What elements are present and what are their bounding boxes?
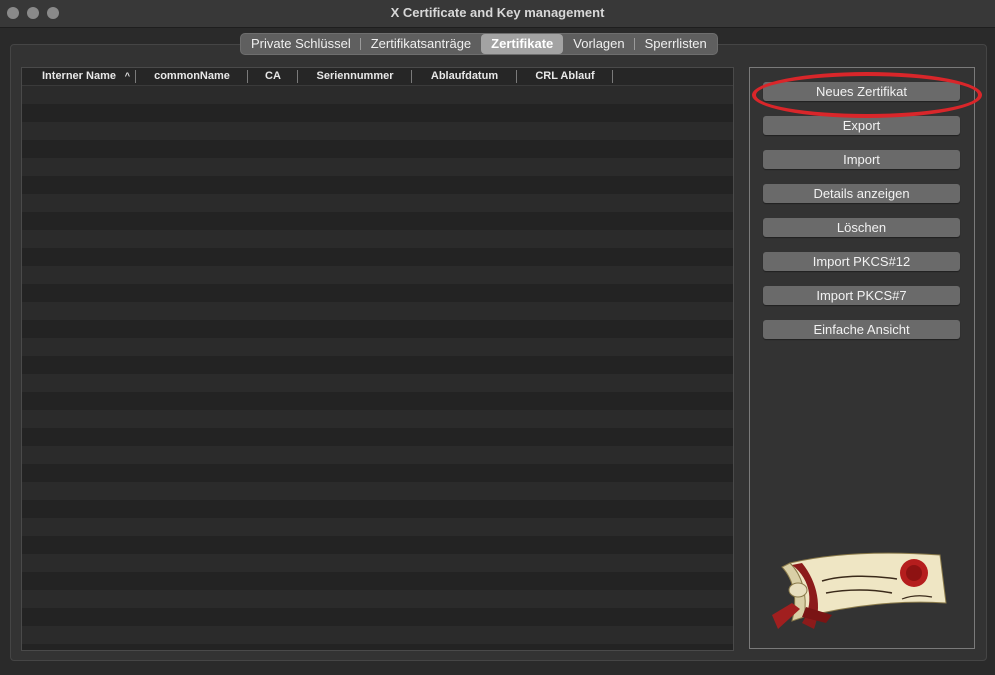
table-row <box>22 302 733 320</box>
import-pkcs7-button[interactable]: Import PKCS#7 <box>763 286 960 305</box>
table-row <box>22 284 733 302</box>
certificate-table[interactable]: Interner Name ^ commonName CA Seriennumm… <box>21 67 734 651</box>
delete-button[interactable]: Löschen <box>763 218 960 237</box>
table-row <box>22 194 733 212</box>
show-details-button[interactable]: Details anzeigen <box>763 184 960 203</box>
column-header-internal-name[interactable]: Interner Name ^ <box>22 68 136 85</box>
table-row <box>22 320 733 338</box>
table-row <box>22 230 733 248</box>
table-row <box>22 626 733 644</box>
table-row <box>22 518 733 536</box>
table-row <box>22 104 733 122</box>
column-header-common-name[interactable]: commonName <box>136 68 248 85</box>
table-row <box>22 608 733 626</box>
column-header-crl-expiry[interactable]: CRL Ablauf <box>517 68 613 85</box>
table-row <box>22 500 733 518</box>
table-row <box>22 554 733 572</box>
sort-ascending-icon: ^ <box>124 71 130 81</box>
table-row <box>22 392 733 410</box>
table-row <box>22 176 733 194</box>
table-row <box>22 482 733 500</box>
table-row <box>22 410 733 428</box>
table-row <box>22 248 733 266</box>
table-row <box>22 374 733 392</box>
table-row <box>22 536 733 554</box>
window-title: X Certificate and Key management <box>390 5 605 20</box>
tab-templates[interactable]: Vorlagen <box>563 34 635 54</box>
table-row <box>22 356 733 374</box>
import-pkcs12-button[interactable]: Import PKCS#12 <box>763 252 960 271</box>
column-header-ca[interactable]: CA <box>248 68 298 85</box>
table-header: Interner Name ^ commonName CA Seriennumm… <box>22 68 733 86</box>
title-bar: X Certificate and Key management <box>0 0 995 28</box>
table-row <box>22 428 733 446</box>
red-annotation-circle <box>752 72 982 118</box>
tab-private-keys[interactable]: Private Schlüssel <box>241 34 361 54</box>
table-row <box>22 212 733 230</box>
table-row <box>22 86 733 104</box>
export-button[interactable]: Export <box>763 116 960 135</box>
tab-certificates[interactable]: Zertifikate <box>481 34 564 54</box>
table-row <box>22 140 733 158</box>
table-row <box>22 338 733 356</box>
tab-bar: Private Schlüssel Zertifikatsanträge Zer… <box>240 33 718 55</box>
table-row <box>22 590 733 608</box>
import-button[interactable]: Import <box>763 150 960 169</box>
scroll-seal-logo-icon <box>772 552 947 629</box>
tab-revocation-lists[interactable]: Sperrlisten <box>635 34 717 54</box>
table-row <box>22 572 733 590</box>
simple-view-button[interactable]: Einfache Ansicht <box>763 320 960 339</box>
table-row <box>22 122 733 140</box>
column-header-serial-number[interactable]: Seriennummer <box>298 68 412 85</box>
table-row <box>22 446 733 464</box>
table-row <box>22 644 733 650</box>
table-body <box>22 86 733 650</box>
table-row <box>22 158 733 176</box>
table-row <box>22 464 733 482</box>
table-row <box>22 266 733 284</box>
column-header-expiry-date[interactable]: Ablaufdatum <box>412 68 517 85</box>
tab-certificate-requests[interactable]: Zertifikatsanträge <box>361 34 481 54</box>
